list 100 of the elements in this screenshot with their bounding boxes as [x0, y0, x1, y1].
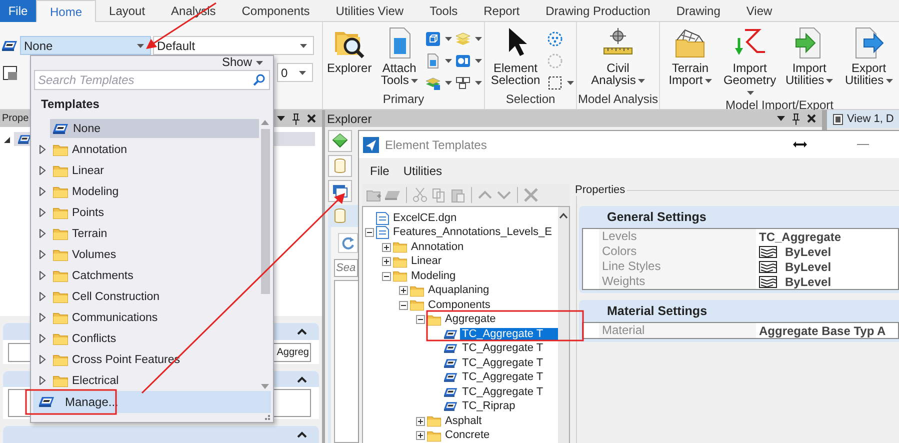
template-list-item[interactable]: Annotation: [50, 140, 259, 159]
close-icon[interactable]: [807, 114, 816, 123]
expand-arrow-icon[interactable]: [38, 355, 46, 364]
tree-item[interactable]: TC_Aggregate T: [460, 371, 546, 384]
export-utilities-button[interactable]: Export Utilities: [840, 26, 897, 86]
level-combo[interactable]: Default: [153, 36, 314, 55]
ribbon-tab[interactable]: Drawing Production: [532, 0, 664, 22]
panel-tab[interactable]: [328, 130, 352, 152]
import-utilities-button[interactable]: Import Utilities: [781, 26, 838, 86]
property-value[interactable]: TC_Aggregate: [759, 230, 842, 244]
plus-box-icon[interactable]: [382, 257, 391, 266]
tree-item[interactable]: Asphalt: [443, 414, 484, 428]
plus-box-icon[interactable]: [382, 242, 391, 252]
tree-item[interactable]: Linear: [409, 255, 444, 268]
chevron-up-icon[interactable]: [297, 376, 307, 382]
tree-item[interactable]: Annotation: [409, 240, 466, 254]
expand-arrow-icon[interactable]: [38, 313, 46, 322]
template-list-item[interactable]: Conflicts: [50, 329, 259, 348]
ribbon-tab[interactable]: Home: [36, 0, 96, 22]
tree-item[interactable]: TC_Aggregate T: [460, 386, 546, 399]
expand-arrow-icon[interactable]: [38, 292, 46, 301]
template-list-item[interactable]: Terrain: [50, 224, 259, 243]
menu-item[interactable]: File: [363, 164, 396, 178]
expand-arrow-icon[interactable]: [38, 376, 46, 385]
show-menu-button[interactable]: Show: [222, 56, 263, 69]
search-icon[interactable]: [253, 74, 265, 86]
minus-box-icon[interactable]: [399, 300, 408, 310]
chevron-up-icon[interactable]: [297, 328, 307, 335]
pin-icon[interactable]: [292, 112, 300, 124]
file-menu-button[interactable]: File: [0, 0, 36, 22]
expand-arrow-icon[interactable]: [38, 229, 46, 238]
expand-arrow-icon[interactable]: [38, 334, 46, 343]
tree-item[interactable]: Modeling: [409, 270, 458, 283]
civil-analysis-button[interactable]: Civil Analysis: [583, 26, 653, 86]
view-tab[interactable]: View 1, D: [827, 110, 899, 128]
section-header[interactable]: Material Settings: [582, 300, 899, 322]
template-list-item[interactable]: Electrical: [50, 371, 259, 390]
ribbon-tab[interactable]: Layout: [96, 0, 158, 22]
document-icon[interactable]: [425, 52, 441, 68]
template-list-item[interactable]: Communications: [50, 308, 259, 327]
cube-icon[interactable]: [425, 30, 441, 46]
expand-arrow-icon[interactable]: [38, 166, 46, 175]
expand-arrow-icon[interactable]: [38, 208, 46, 217]
tree-item[interactable]: Features_Annotations_Levels_E: [391, 226, 554, 240]
template-list-item[interactable]: Cell Construction: [50, 287, 259, 306]
template-list-item[interactable]: Points: [50, 203, 259, 222]
property-value[interactable]: ByLevel: [785, 244, 832, 258]
ribbon-tab[interactable]: Report: [470, 0, 533, 22]
minus-box-icon[interactable]: [416, 315, 425, 324]
ribbon-tab[interactable]: Utilities View: [322, 0, 417, 22]
property-value[interactable]: ByLevel: [785, 260, 832, 274]
panel-tab[interactable]: [328, 180, 352, 202]
plus-box-icon[interactable]: [399, 286, 408, 296]
expand-arrow-icon[interactable]: [38, 271, 46, 280]
expand-arrow-icon[interactable]: [38, 187, 46, 196]
element-selection-button[interactable]: Element Selection: [487, 26, 544, 86]
template-list-item[interactable]: None: [50, 119, 259, 138]
layers-icon[interactable]: [425, 74, 441, 90]
tree-item[interactable]: Components: [426, 298, 492, 312]
tree-item[interactable]: ExcelCE.dgn: [391, 212, 459, 225]
ribbon-tab[interactable]: View: [733, 0, 786, 22]
tree-item[interactable]: Concrete: [443, 429, 492, 442]
tree-item[interactable]: TC_Riprap: [460, 400, 518, 414]
import-geometry-button[interactable]: Import Geometry: [721, 26, 778, 98]
expand-arrow-icon[interactable]: [38, 145, 46, 154]
scroll-up-icon[interactable]: [559, 213, 568, 219]
refresh-button[interactable]: [338, 233, 358, 253]
dropdown-caret-icon[interactable]: [277, 116, 285, 121]
ribbon-tab[interactable]: Drawing: [663, 0, 734, 22]
dropdown-caret-icon[interactable]: [777, 116, 785, 121]
ribbon-tab[interactable]: Tools: [416, 0, 471, 22]
property-value[interactable]: ByLevel: [785, 274, 832, 288]
tree-item[interactable]: TC_Aggregate T: [460, 342, 546, 356]
template-list-item[interactable]: Catchments: [50, 266, 259, 285]
attach-tools-button[interactable]: Attach Tools: [376, 26, 422, 86]
tree-item[interactable]: TC_Aggregate T: [460, 356, 546, 370]
template-combo[interactable]: None: [20, 36, 151, 55]
scrollbar[interactable]: [259, 118, 271, 391]
pin-icon[interactable]: [792, 112, 800, 124]
badge-icon[interactable]: [455, 52, 471, 68]
dotted-circle-icon[interactable]: [547, 30, 563, 46]
explorer-button[interactable]: Explorer: [325, 26, 374, 74]
minus-box-icon[interactable]: [365, 228, 374, 238]
ribbon-tab[interactable]: Components: [228, 0, 323, 22]
menu-item[interactable]: Utilities: [396, 164, 450, 178]
scroll-thumb[interactable]: [260, 129, 270, 294]
terrain-import-button[interactable]: Terrain Import: [662, 26, 718, 86]
chevron-up-icon[interactable]: [297, 431, 307, 438]
tree-item[interactable]: TC_Aggregate T: [460, 328, 558, 341]
dashed-square-icon[interactable]: [547, 74, 563, 90]
tree-item[interactable]: Aggregate: [443, 313, 498, 326]
template-list-item[interactable]: Modeling: [50, 182, 259, 201]
value-combo[interactable]: 0: [277, 63, 313, 82]
section-header[interactable]: General Settings: [582, 206, 899, 228]
scrollbar[interactable]: [558, 207, 569, 443]
template-list-item[interactable]: Linear: [50, 161, 259, 180]
property-value[interactable]: Aggregate Base Typ A: [759, 324, 886, 338]
plus-box-icon[interactable]: [416, 431, 425, 440]
expand-arrow-icon[interactable]: [38, 250, 46, 259]
close-icon[interactable]: [307, 114, 316, 123]
